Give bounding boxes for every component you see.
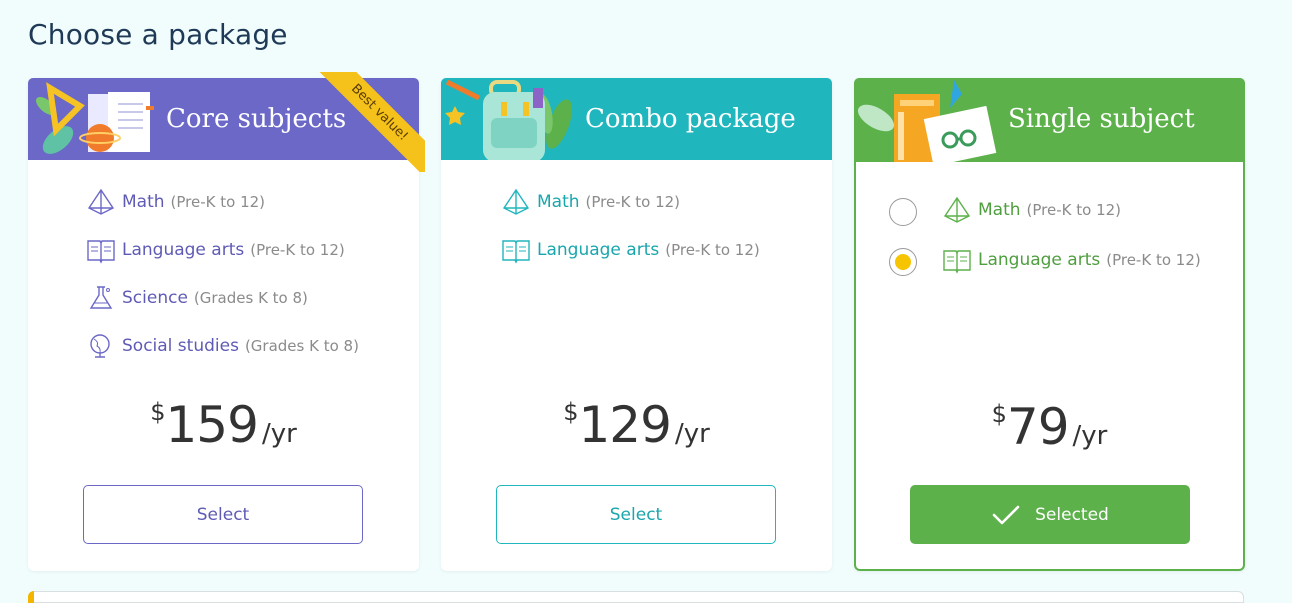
price: $129/yr: [441, 396, 832, 454]
price: $159/yr: [28, 396, 419, 454]
book-icon: [502, 240, 530, 264]
subject-name: Language arts: [978, 250, 1101, 270]
button-label: Select: [609, 504, 663, 525]
subject-range: (Pre-K to 12): [170, 193, 266, 211]
pyramid-icon: [943, 196, 971, 223]
subject-science: Science (Grades K to 8): [86, 284, 308, 312]
card-title: Combo package: [585, 104, 796, 134]
price-currency: $: [150, 398, 166, 426]
globe-icon: [90, 334, 110, 358]
subject-name: Language arts: [537, 240, 660, 260]
price: $79/yr: [856, 398, 1243, 456]
subject-language-arts: Language arts (Pre-K to 12): [86, 236, 345, 264]
subject-social-studies: Social studies (Grades K to 8): [86, 332, 359, 360]
best-value-ribbon: Best value!: [319, 72, 425, 172]
price-period: /yr: [1072, 421, 1108, 451]
book-icon: [87, 240, 115, 264]
single-header-illustration: [857, 80, 997, 162]
select-button-core[interactable]: Select: [83, 485, 363, 544]
price-currency: $: [991, 400, 1007, 428]
price-currency: $: [563, 398, 579, 426]
checkmark-icon: [992, 505, 1020, 524]
subject-name: Math: [122, 192, 165, 212]
button-label: Select: [196, 504, 250, 525]
card-title: Single subject: [1008, 104, 1195, 134]
core-header-illustration: [36, 82, 154, 154]
subject-range: (Grades K to 8): [193, 289, 308, 307]
combo-header-illustration: [445, 79, 572, 160]
radio-language-arts[interactable]: [889, 248, 917, 276]
subject-range: (Grades K to 8): [244, 337, 359, 355]
selected-button-single[interactable]: Selected: [910, 485, 1190, 544]
price-amount: 79: [1006, 398, 1070, 456]
price-period: /yr: [261, 419, 297, 449]
subject-name: Math: [537, 192, 580, 212]
package-card-single[interactable]: Single subject Math (Pre-K to 12) Langua…: [854, 78, 1245, 571]
price-amount: 159: [165, 396, 259, 454]
package-card-combo[interactable]: Combo package Math (Pre-K to 12) Languag…: [441, 78, 832, 571]
select-button-combo[interactable]: Select: [496, 485, 776, 544]
subject-range: (Pre-K to 12): [1026, 201, 1122, 219]
subject-math: Math (Pre-K to 12): [501, 188, 680, 216]
subject-range: (Pre-K to 12): [585, 193, 681, 211]
subject-math: Math (Pre-K to 12): [86, 188, 265, 216]
subject-name: Language arts: [122, 240, 245, 260]
subject-language-arts: Language arts (Pre-K to 12): [501, 236, 760, 264]
subject-math[interactable]: Math (Pre-K to 12): [942, 196, 1121, 224]
subject-language-arts[interactable]: Language arts (Pre-K to 12): [942, 246, 1201, 274]
next-section-edge: [28, 591, 1244, 603]
radio-math[interactable]: [889, 198, 917, 226]
pyramid-icon: [87, 188, 115, 215]
book-icon: [943, 250, 971, 274]
card-header-combo: Combo package: [441, 78, 832, 160]
subject-range: (Pre-K to 12): [250, 241, 345, 259]
subject-range: (Pre-K to 12): [665, 241, 760, 259]
subject-name: Social studies: [122, 336, 239, 356]
price-amount: 129: [578, 396, 672, 454]
subject-range: (Pre-K to 12): [1106, 251, 1201, 269]
price-period: /yr: [674, 419, 710, 449]
button-label: Selected: [1035, 504, 1109, 525]
subject-name: Science: [122, 288, 188, 308]
subject-name: Math: [978, 200, 1021, 220]
package-card-core[interactable]: Core subjects Best value! Math (Pre-K to…: [28, 72, 425, 571]
card-header-single: Single subject: [854, 78, 1245, 162]
page-title: Choose a package: [28, 18, 288, 51]
flask-icon: [89, 286, 113, 309]
pyramid-icon: [502, 188, 530, 215]
best-value-badge: Best value!: [319, 72, 425, 172]
